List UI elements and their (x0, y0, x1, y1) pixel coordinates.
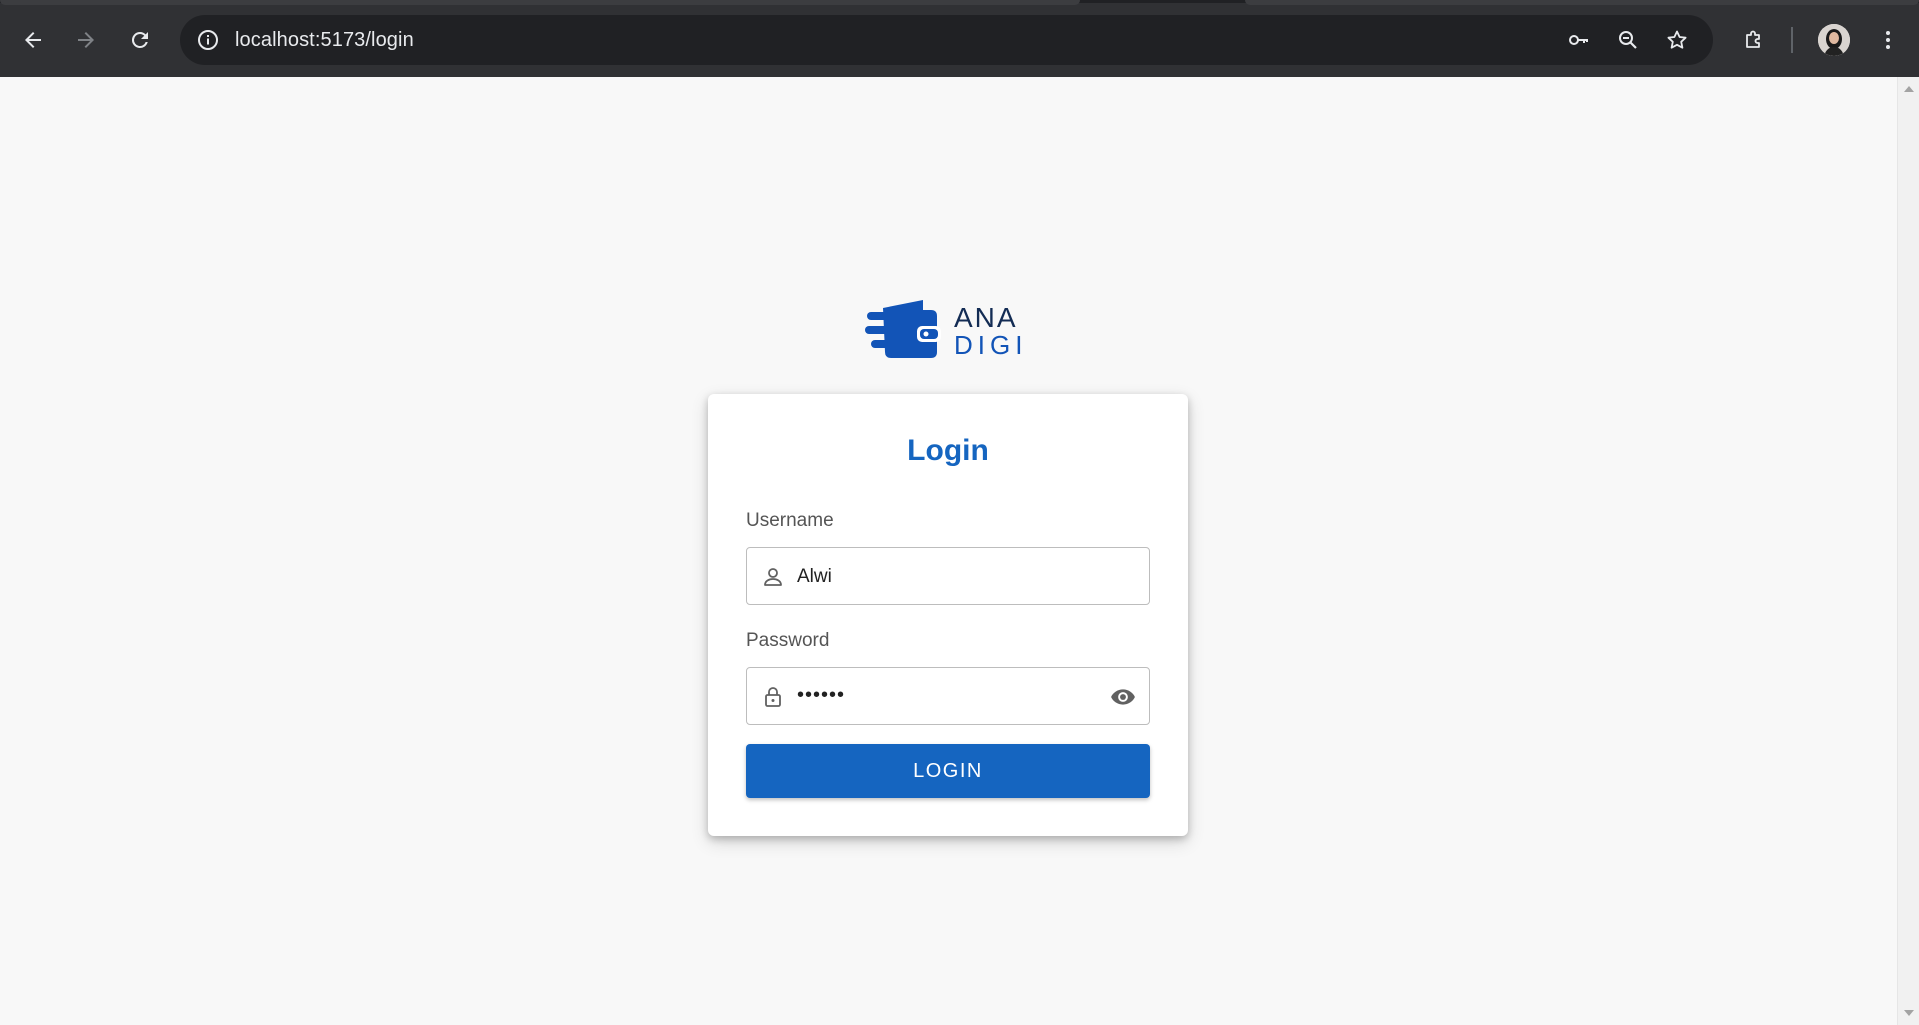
browser-toolbar: localhost:5173/login (0, 0, 1919, 77)
arrow-left-icon (25, 32, 41, 48)
bookmark-button[interactable] (1661, 24, 1693, 56)
username-field[interactable]: Alwi (746, 547, 1150, 605)
puzzle-icon (1746, 30, 1760, 48)
login-title: Login (907, 434, 989, 467)
password-label: Password (746, 630, 830, 651)
tab-strip-segment (1245, 0, 1919, 5)
arrow-right-icon (78, 32, 94, 48)
back-button[interactable] (13, 20, 53, 60)
user-icon (764, 568, 782, 586)
password-field[interactable]: •••••• (746, 667, 1150, 725)
key-icon (1569, 35, 1588, 45)
lock-icon (765, 687, 781, 707)
password-input[interactable]: •••••• (797, 684, 845, 707)
username-label: Username (746, 510, 834, 531)
url-text[interactable]: localhost:5173/login (235, 29, 414, 52)
wallet-logo-icon (865, 300, 941, 358)
star-icon (1667, 30, 1687, 49)
scroll-up-arrow[interactable] (1904, 86, 1914, 92)
zoom-out-icon (1619, 31, 1637, 49)
kebab-menu-icon (1886, 31, 1890, 49)
eye-icon (1111, 689, 1135, 705)
brand-logo: ANA DIGI (865, 298, 1025, 362)
login-button[interactable]: LOGIN (746, 744, 1150, 798)
tab-strip-segment (0, 0, 1080, 5)
zoom-button[interactable] (1612, 24, 1644, 56)
profile-avatar[interactable] (1818, 24, 1850, 56)
login-card: Login Username Alwi Password •••••• LOGI… (708, 394, 1188, 836)
browser-menu-button[interactable] (1868, 20, 1908, 60)
page-scrollbar[interactable] (1897, 77, 1919, 1025)
extensions-button[interactable] (1734, 20, 1774, 60)
password-manager-button[interactable] (1563, 24, 1595, 56)
address-bar[interactable]: localhost:5173/login (180, 15, 1713, 65)
avatar-icon (1818, 24, 1850, 56)
brand-name-line2: DIGI (954, 330, 1028, 360)
scroll-down-arrow[interactable] (1904, 1010, 1914, 1016)
site-info-button[interactable] (192, 24, 224, 56)
info-icon (198, 30, 218, 50)
forward-button[interactable] (66, 20, 106, 60)
toolbar-divider (1791, 27, 1793, 53)
toggle-password-visibility-button[interactable] (1109, 683, 1137, 711)
username-input[interactable]: Alwi (797, 566, 832, 588)
reload-icon (131, 31, 148, 48)
reload-button[interactable] (120, 20, 160, 60)
